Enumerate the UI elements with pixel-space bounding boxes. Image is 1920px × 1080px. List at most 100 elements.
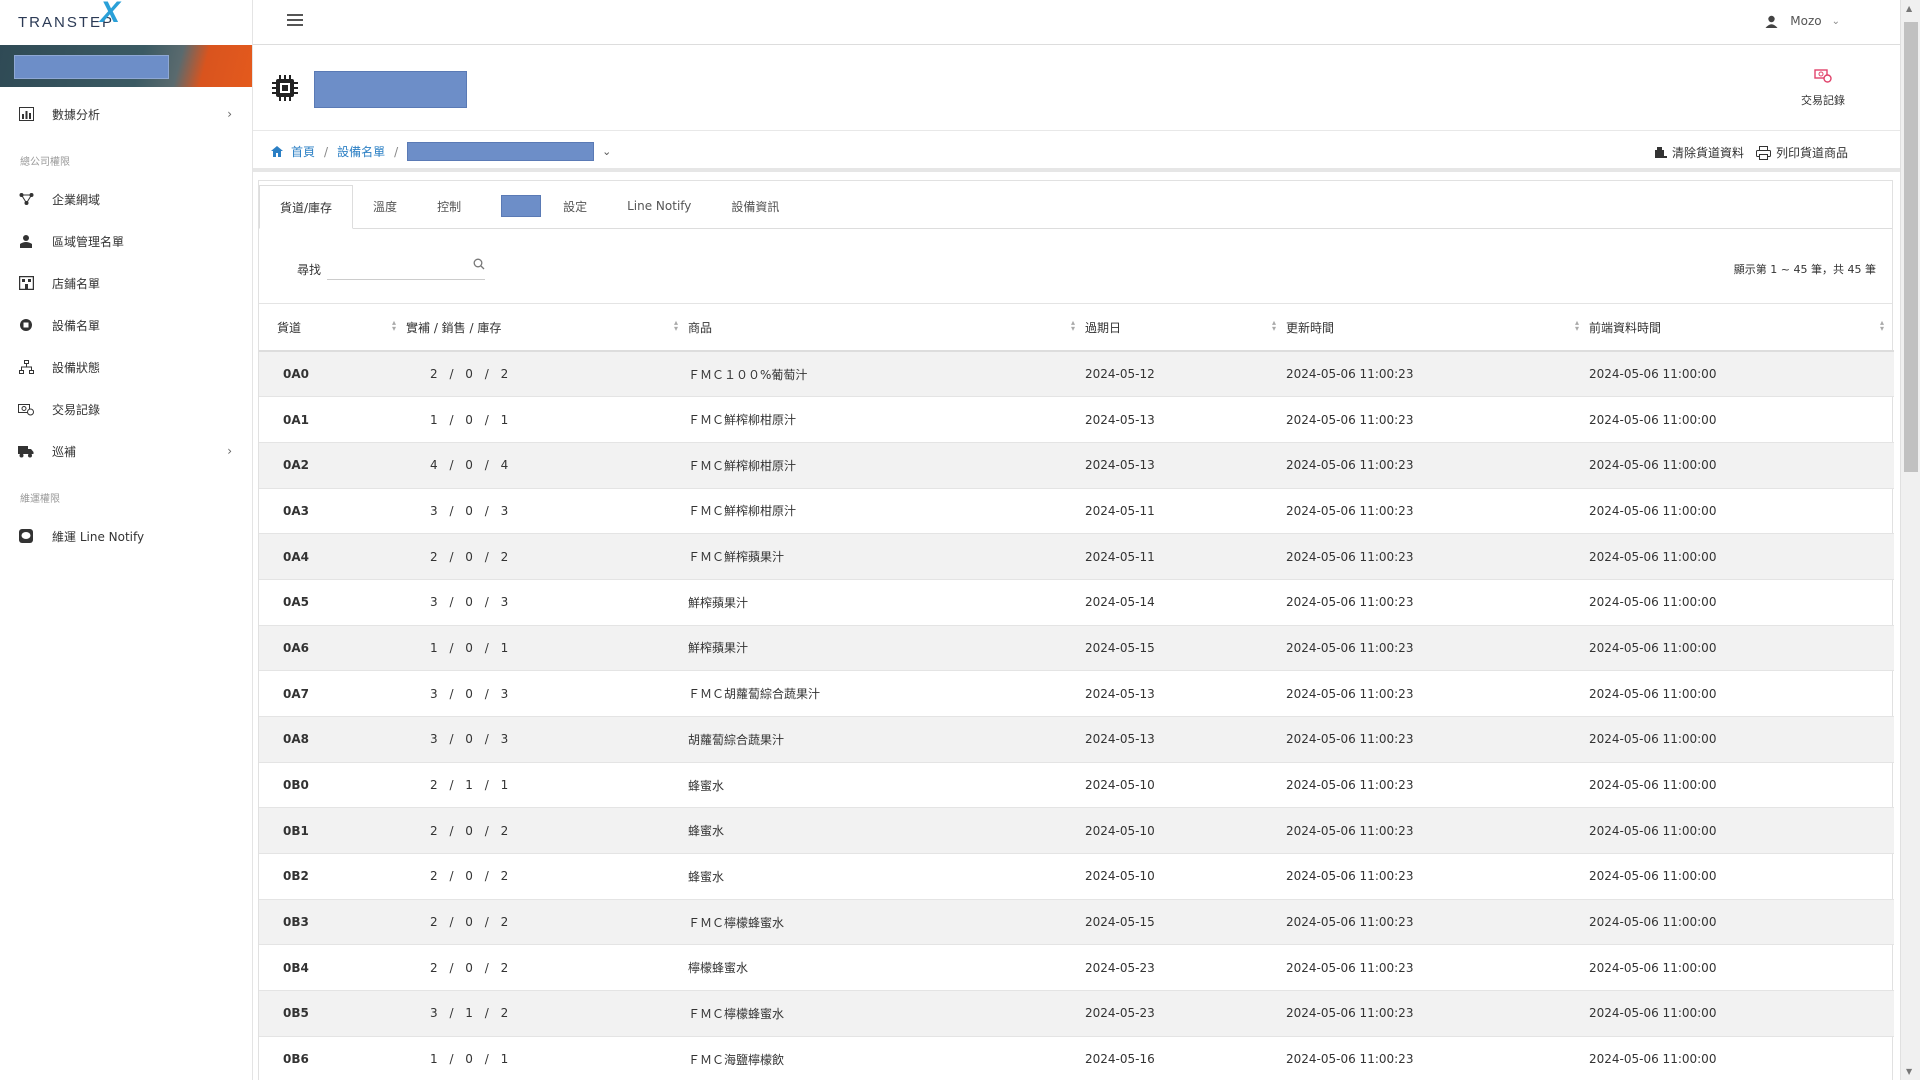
table-row[interactable]: 0B2 2 / 0 / 2 蜂蜜水 2024-05-10 2024-05-06 11:0… [259,853,1894,900]
cell-product: ＦＭＣ鮮榨柳柑原汁 [688,396,1085,443]
section-label-hq: 總公司權限 [20,157,70,168]
home-icon [271,146,283,157]
breadcrumb-device-list[interactable]: 設備名單 [337,143,385,160]
vertical-scrollbar[interactable]: ▲ ▼ [1900,0,1920,1080]
table-row[interactable]: 0B1 2 / 0 / 2 蜂蜜水 2024-05-10 2024-05-06 11:0… [259,807,1894,855]
chip-icon [18,317,34,333]
sidebar-item-patrol[interactable]: 巡補 › [0,430,252,472]
logo[interactable]: TRANSTEP X [0,0,252,45]
page-header: 交易記錄 [253,46,1900,131]
table-row[interactable]: 0A3 3 / 0 / 3 ＦＭＣ鮮榨柳柑原汁 2024-05-11 2024-05-0… [259,488,1894,535]
sort-icon: ▴ ▾ [1879,318,1884,333]
transaction-record-button[interactable]: 交易記錄 [1798,68,1848,108]
device-selector-redacted[interactable] [407,142,595,161]
search-box[interactable] [327,251,485,280]
tab-device-info[interactable]: 設備資訊 [711,184,799,228]
column-header-product[interactable]: 商品 ▴ ▾ [688,304,1085,352]
column-header-slot[interactable]: 貨道 ▴ ▾ [259,304,406,352]
sidebar-item-label: 店鋪名單 [52,276,101,291]
tab-redacted[interactable] [501,195,542,217]
store-icon [18,275,34,291]
column-header-frontend-time[interactable]: 前端資料時間 ▴ ▾ [1589,304,1894,352]
sort-icon: ▴ ▾ [1574,318,1579,333]
chevron-down-icon: ⌄ [1831,15,1840,27]
table-row[interactable]: 0B0 2 / 1 / 1 蜂蜜水 2024-05-10 2024-05-06 11:0… [259,762,1894,809]
cell-frontend-time: 2024-05-06 11:00:00 [1589,442,1894,489]
cell-replenish-sales-stock: 1 / 0 / 1 [406,625,688,672]
table-row[interactable]: 0A2 4 / 0 / 4 ＦＭＣ鮮榨柳柑原汁 2024-05-13 2024-05-0… [259,442,1894,489]
sidebar-item-ops-line-notify[interactable]: 維運 Line Notify [0,515,252,557]
column-header-updated[interactable]: 更新時間 ▴ ▾ [1286,304,1589,352]
cell-expiry: 2024-05-10 [1085,853,1286,900]
sidebar-item-region-managers[interactable]: 區域管理名單 [0,220,252,262]
company-name-redacted [14,55,169,79]
cell-replenish-sales-stock: 3 / 1 / 2 [406,990,688,1037]
sidebar-item-transactions[interactable]: 交易記錄 [0,388,252,430]
cell-slot: 0B4 [259,944,406,992]
cell-expiry: 2024-05-11 [1085,488,1286,535]
table-row[interactable]: 0A0 2 / 0 / 2 ＦＭＣ１００%葡萄汁 2024-05-12 2024-05-… [259,351,1894,398]
tab-control[interactable]: 控制 [417,184,481,228]
search-input[interactable] [327,251,457,277]
table-row[interactable]: 0A1 1 / 0 / 1 ＦＭＣ鮮榨柳柑原汁 2024-05-13 2024-05-0… [259,396,1894,443]
breadcrumb-separator: / [324,144,329,159]
scroll-down-icon[interactable]: ▼ [1906,1067,1912,1076]
chart-icon [18,106,34,122]
print-slot-products-label: 列印貨道商品 [1775,146,1848,160]
network-icon [18,191,34,207]
table-row[interactable]: 0B5 3 / 1 / 2 ＦＭＣ檸檬蜂蜜水 2024-05-23 2024-05-06… [259,990,1894,1037]
scrollbar-thumb[interactable] [1904,22,1918,472]
cell-slot: 0A8 [259,716,406,763]
sidebar-nav-hq: 企業網域 區域管理名單 店鋪名單 設備名單 設備狀態 交易記錄 巡補 › [0,178,252,472]
column-header-expiry[interactable]: 過期日 ▴ ▾ [1085,304,1286,352]
tab-slot-inventory[interactable]: 貨道/庫存 [259,185,354,229]
table-header-row: 貨道 ▴ ▾ 實補 / 銷售 / 庫存 ▴ ▾ 商品 ▴ ▾ 過期日 ▴ ▾ 更新時間 ▴ ▾ 前端… [259,304,1894,352]
chevron-down-icon[interactable]: ⌄ [602,145,611,158]
cell-frontend-time: 2024-05-06 11:00:00 [1589,396,1894,443]
sort-icon: ▴ ▾ [1271,318,1276,333]
section-label-ops: 維運權限 [20,494,60,505]
cell-updated: 2024-05-06 11:00:23 [1286,442,1589,489]
toolbar-actions: 清除貨道資料 列印貨道商品 [1642,144,1848,161]
sidebar-item-enterprise-domain[interactable]: 企業網域 [0,178,252,220]
sidebar-item-device-status[interactable]: 設備狀態 [0,346,252,388]
user-menu[interactable]: Mozo ⌄ [1765,14,1840,28]
sidebar-item-device-list[interactable]: 設備名單 [0,304,252,346]
hamburger-menu-icon[interactable] [287,14,303,28]
cell-slot: 0B6 [259,1036,406,1080]
print-slot-products-button[interactable]: 列印貨道商品 [1755,144,1848,161]
sidebar-item-analytics[interactable]: 數據分析 › [0,93,252,135]
cell-slot: 0A7 [259,670,406,717]
cell-updated: 2024-05-06 11:00:23 [1286,807,1589,855]
sidebar-item-store-list[interactable]: 店鋪名單 [0,262,252,304]
table-row[interactable]: 0B4 2 / 0 / 2 檸檬蜂蜜水 2024-05-23 2024-05-06 11… [259,944,1894,992]
cell-updated: 2024-05-06 11:00:23 [1286,670,1589,717]
table-row[interactable]: 0B6 1 / 0 / 1 ＦＭＣ海鹽檸檬飲 2024-05-16 2024-05-06… [259,1036,1894,1080]
column-header-replenish-sales-stock[interactable]: 實補 / 銷售 / 庫存 ▴ ▾ [406,304,688,352]
record-count: 顯示第 1 ~ 45 筆，共 45 筆 [1733,263,1876,276]
money-icon [1814,69,1832,83]
page-title-redacted [314,71,467,108]
breadcrumb-home[interactable]: 首頁 [291,143,315,160]
table-row[interactable]: 0A8 3 / 0 / 3 胡蘿蔔綜合蔬果汁 2024-05-13 2024-05-06… [259,716,1894,763]
table-row[interactable]: 0B3 2 / 0 / 2 ＦＭＣ檸檬蜂蜜水 2024-05-15 2024-05-06… [259,899,1894,946]
cell-product: 蜂蜜水 [688,853,1085,900]
tab-temperature[interactable]: 溫度 [353,184,417,228]
sidebar-item-label: 區域管理名單 [52,234,125,249]
cell-replenish-sales-stock: 3 / 0 / 3 [406,579,688,626]
cell-product: 蜂蜜水 [688,762,1085,809]
table-row[interactable]: 0A4 2 / 0 / 2 ＦＭＣ鮮榨蘋果汁 2024-05-11 2024-05-06… [259,533,1894,580]
eraser-icon [1654,146,1667,158]
tab-line-notify[interactable]: Line Notify [607,184,711,228]
chevron-right-icon: › [227,107,232,121]
table-row[interactable]: 0A6 1 / 0 / 1 鮮榨蘋果汁 2024-05-15 2024-05-06 11… [259,625,1894,672]
tab-settings[interactable]: 設定 [551,184,607,228]
cell-frontend-time: 2024-05-06 11:00:00 [1589,625,1894,672]
scroll-up-icon[interactable]: ▲ [1906,4,1912,13]
search-icon[interactable] [473,258,485,270]
table-row[interactable]: 0A5 3 / 0 / 3 鮮榨蘋果汁 2024-05-14 2024-05-06 11… [259,579,1894,626]
clear-slot-data-button[interactable]: 清除貨道資料 [1654,144,1744,161]
cell-replenish-sales-stock: 2 / 0 / 2 [406,533,688,580]
table-row[interactable]: 0A7 3 / 0 / 3 ＦＭＣ胡蘿蔔綜合蔬果汁 2024-05-13 2024-05… [259,670,1894,717]
cell-slot: 0A4 [259,533,406,580]
